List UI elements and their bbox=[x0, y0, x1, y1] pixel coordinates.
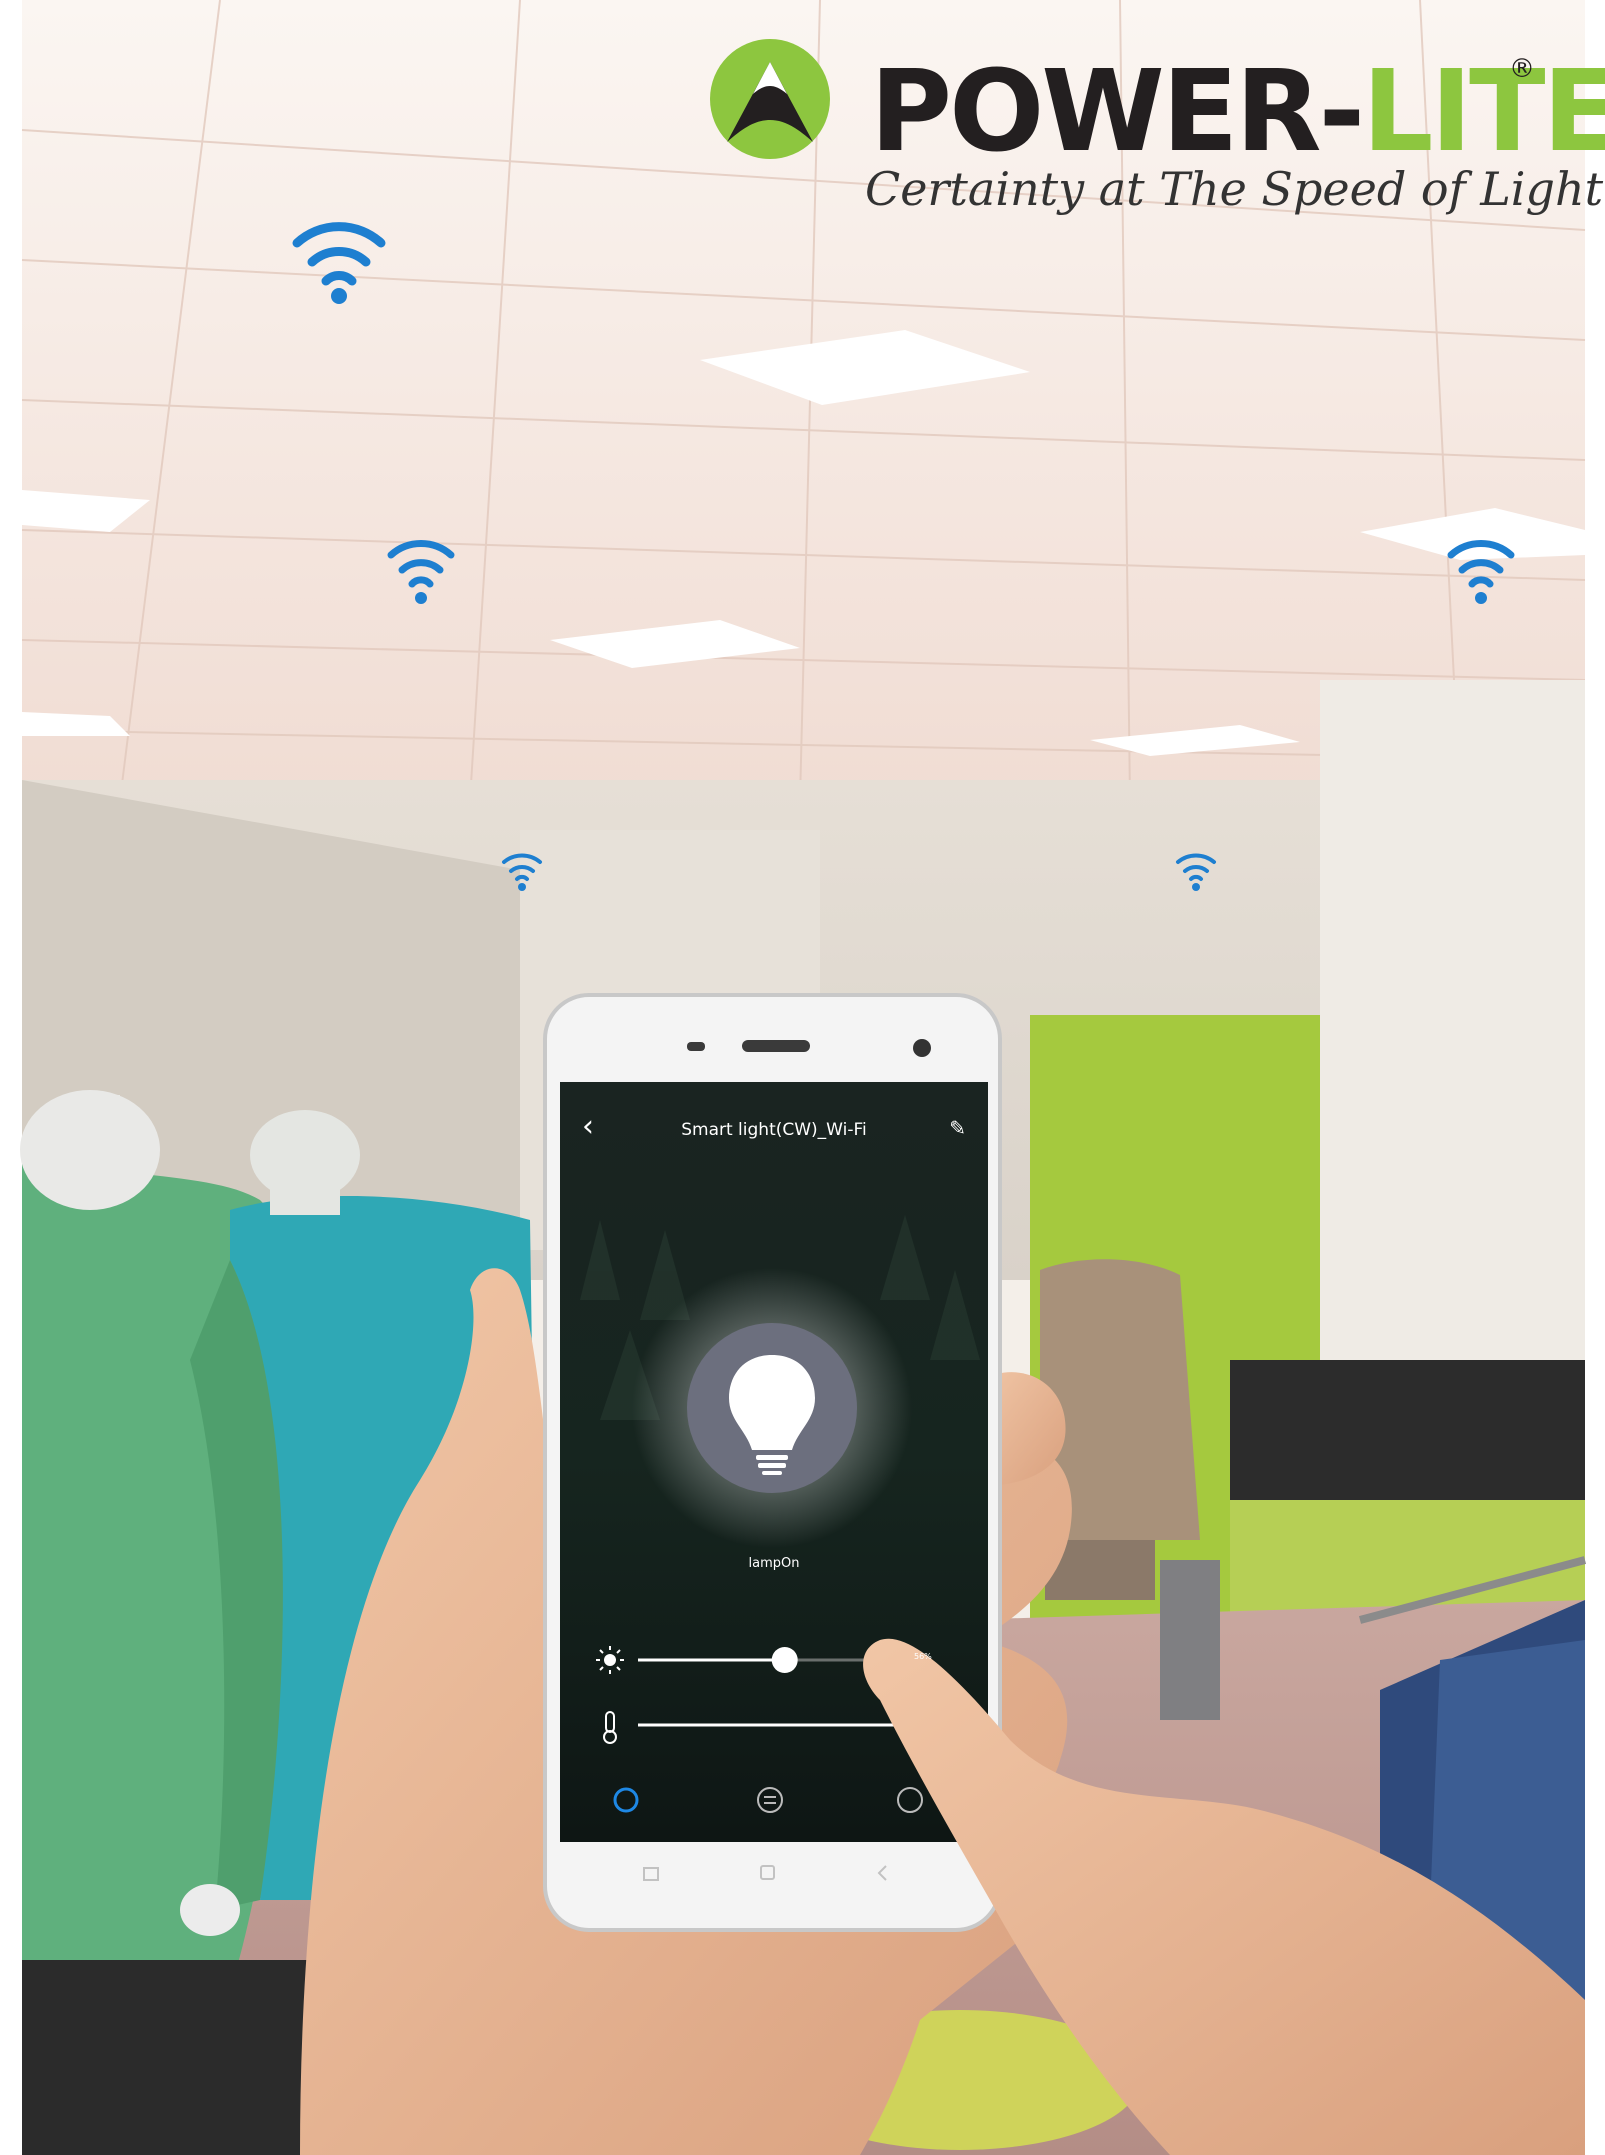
phone-speaker bbox=[742, 1040, 810, 1052]
brightness-value: 56% bbox=[914, 1652, 932, 1661]
mannequin-pants bbox=[22, 1960, 322, 2155]
brand-tagline: Certainty at The Speed of Light bbox=[865, 162, 1604, 216]
brand-name-green: LITE bbox=[1362, 47, 1605, 177]
pencil-icon[interactable]: ✎ bbox=[949, 1116, 966, 1140]
registered-mark: ® bbox=[1509, 54, 1535, 84]
power-lite-logo-icon bbox=[710, 39, 830, 159]
brand-name-dark: POWER- bbox=[870, 47, 1365, 177]
phone-app-screen: ‹ Smart light(CW)_Wi-Fi ✎ lampOn 56% bbox=[560, 1082, 988, 1842]
brand-logo: POWER-LITE ® Certainty at The Speed of L… bbox=[705, 34, 1605, 224]
brand-name: POWER-LITE bbox=[870, 56, 1605, 168]
app-title: Smart light(CW)_Wi-Fi bbox=[681, 1120, 867, 1140]
display-counter bbox=[1230, 1360, 1585, 1500]
front-camera bbox=[913, 1039, 931, 1057]
pillar-right bbox=[1320, 680, 1585, 1420]
lamp-status-label: lampOn bbox=[748, 1556, 800, 1571]
